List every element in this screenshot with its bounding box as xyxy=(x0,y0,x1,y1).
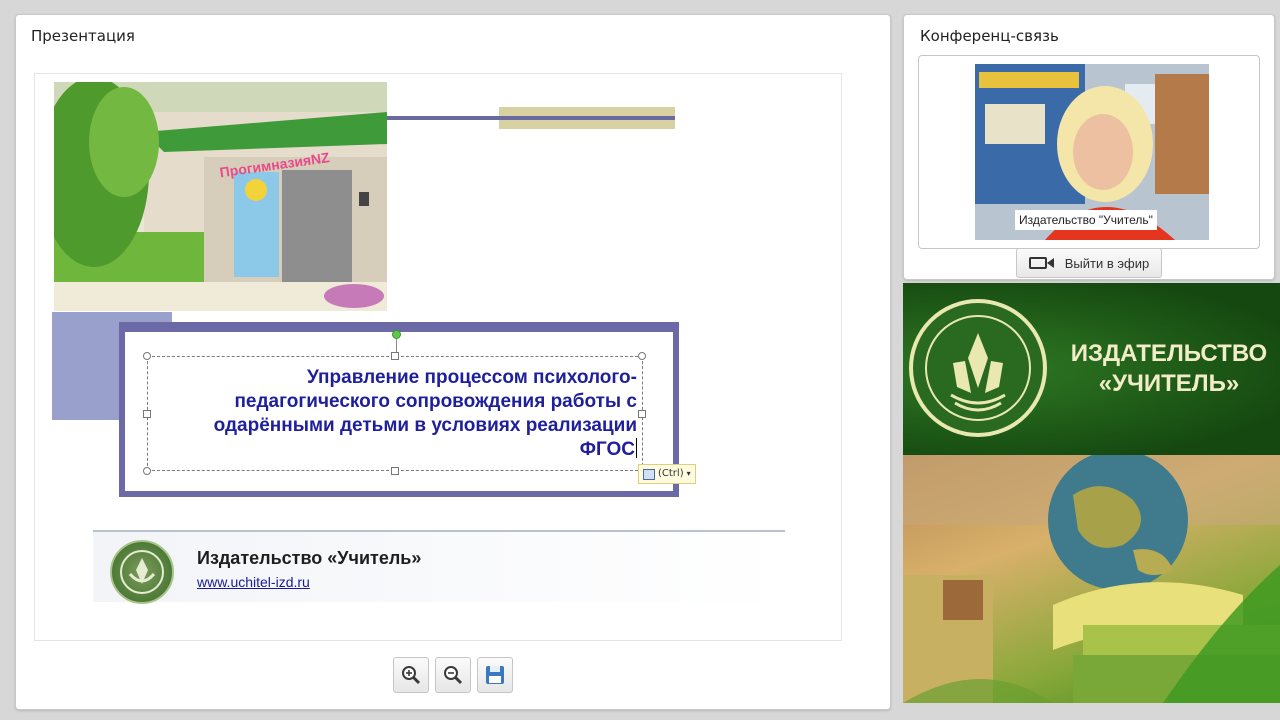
resize-handle-bottom[interactable] xyxy=(391,467,399,475)
presentation-panel: Презентация ПрогимназияNZ Управление про… xyxy=(15,14,891,710)
paste-options-button[interactable]: (Ctrl) ▾ xyxy=(638,464,696,484)
zoom-out-button[interactable] xyxy=(435,657,471,693)
clipboard-icon xyxy=(643,468,655,480)
footer-publisher-name: Издательство «Учитель» xyxy=(197,548,422,568)
publisher-logo-icon xyxy=(110,540,174,604)
resize-handle-top[interactable] xyxy=(391,352,399,360)
resize-handle-bl[interactable] xyxy=(143,467,151,475)
publisher-banner: ИЗДАТЕЛЬСТВО «УЧИТЕЛЬ» xyxy=(903,283,1280,455)
resize-handle-tl[interactable] xyxy=(143,352,151,360)
kindergarten-photo: ПрогимназияNZ xyxy=(54,82,387,311)
presentation-panel-title: Презентация xyxy=(31,27,135,45)
go-live-label: Выйти в эфир xyxy=(1064,255,1150,271)
rotate-handle[interactable] xyxy=(392,330,401,339)
publisher-banner-line2: «УЧИТЕЛЬ» xyxy=(1098,370,1240,397)
paste-options-label: (Ctrl) xyxy=(658,468,684,479)
globe-books-image xyxy=(903,455,1280,703)
decor-band xyxy=(499,107,675,129)
go-live-button[interactable]: Выйти в эфир xyxy=(1016,248,1162,278)
zoom-out-icon xyxy=(444,666,463,685)
save-button[interactable] xyxy=(477,657,513,693)
slide-title[interactable]: Управление процессом психолого-педагогич… xyxy=(155,366,637,462)
webcam-video[interactable]: Издательство "Учитель" xyxy=(975,64,1209,240)
resize-handle-right[interactable] xyxy=(638,410,646,418)
resize-handle-tr[interactable] xyxy=(638,352,646,360)
resize-handle-left[interactable] xyxy=(143,410,151,418)
conference-panel-title: Конференц-связь xyxy=(920,27,1059,45)
footer-url-link[interactable]: www.uchitel-izd.ru xyxy=(197,574,310,590)
zoom-in-button[interactable] xyxy=(393,657,429,693)
publisher-emblem-icon xyxy=(909,299,1047,437)
publisher-banner-name: ИЗДАТЕЛЬСТВО «УЧИТЕЛЬ» xyxy=(1063,339,1275,399)
video-camera-icon xyxy=(1028,257,1054,269)
publisher-banner-line1: ИЗДАТЕЛЬСТВО xyxy=(1070,340,1268,367)
zoom-in-icon xyxy=(402,666,421,685)
floppy-disk-icon xyxy=(486,666,504,684)
text-cursor xyxy=(636,438,637,458)
slide-title-text: Управление процессом психолого-педагогич… xyxy=(213,367,637,460)
video-container: Издательство "Учитель" xyxy=(918,55,1260,249)
presentation-toolbar xyxy=(393,657,513,693)
slide: ПрогимназияNZ Управление процессом психо… xyxy=(34,73,842,641)
video-participant-label: Издательство "Учитель" xyxy=(1015,210,1157,230)
chevron-down-icon: ▾ xyxy=(686,469,691,478)
conference-panel: Конференц-связь Издательство "Учитель" В… xyxy=(903,14,1275,280)
